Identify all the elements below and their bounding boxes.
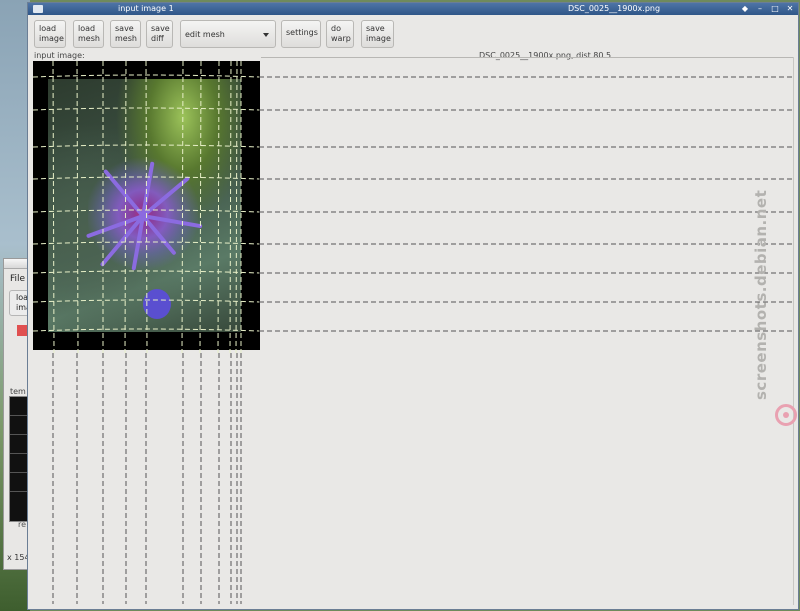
file-menu[interactable]: File <box>10 274 25 284</box>
watermark-text: screenshots.debian.net <box>752 189 770 400</box>
button-line: image <box>39 34 64 43</box>
mode-select[interactable]: edit mesh <box>180 20 276 48</box>
frame-divider <box>793 57 794 605</box>
input-photo[interactable] <box>48 79 241 332</box>
button-line: load <box>78 24 96 33</box>
debian-swirl-icon <box>775 404 797 426</box>
input-image-label: input image: <box>34 51 85 60</box>
button-line: warp <box>331 34 351 43</box>
mode-select-value: edit mesh <box>185 30 225 39</box>
main-window: input image 1 DSC_0025__1900x.png ◆ – □ … <box>27 2 799 610</box>
chevron-down-icon <box>263 33 269 37</box>
window-title-left: input image 1 <box>118 4 174 13</box>
button-line: save <box>115 24 134 33</box>
maximize-icon[interactable]: □ <box>770 4 780 14</box>
frame-divider <box>261 57 793 58</box>
save-image-button[interactable]: save image <box>361 20 394 48</box>
template-label: tem <box>10 387 26 396</box>
minimize-icon[interactable]: – <box>755 4 765 14</box>
do-warp-button[interactable]: do warp <box>326 20 354 48</box>
sticky-icon[interactable]: ◆ <box>740 4 750 14</box>
button-line: do <box>331 24 341 33</box>
flower-bud <box>143 289 171 319</box>
button-line: mesh <box>115 34 137 43</box>
close-icon[interactable]: ✕ <box>785 4 795 14</box>
r-label: re <box>18 520 27 529</box>
button-line: save <box>151 24 170 33</box>
button-line: image <box>366 34 391 43</box>
load-image-button[interactable]: load image <box>34 20 66 48</box>
window-menu-icon[interactable] <box>33 5 43 13</box>
window-titlebar[interactable]: input image 1 DSC_0025__1900x.png ◆ – □ … <box>28 3 798 15</box>
settings-button[interactable]: settings <box>281 20 321 48</box>
button-line: save <box>366 24 385 33</box>
save-mesh-button[interactable]: save mesh <box>110 20 141 48</box>
button-line: load <box>39 24 57 33</box>
window-title-right: DSC_0025__1900x.png <box>568 4 661 13</box>
button-line: mesh <box>78 34 100 43</box>
load-mesh-button[interactable]: load mesh <box>73 20 104 48</box>
file-info-label: DSC_0025__1900x.png, dist 80.5 <box>479 51 612 60</box>
button-line: diff <box>151 34 164 43</box>
save-diff-button[interactable]: save diff <box>146 20 173 48</box>
